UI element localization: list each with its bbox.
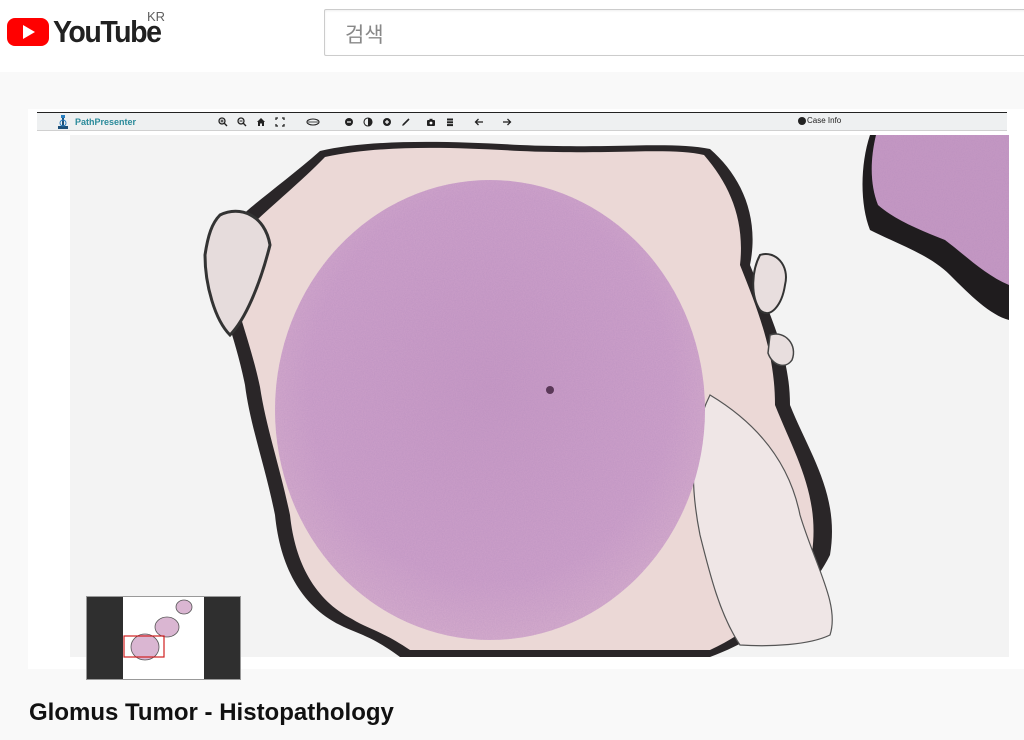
slide-tools [305, 115, 326, 129]
case-info-label: Case Info [807, 116, 842, 125]
next-button[interactable] [500, 115, 514, 129]
viewer-toolbar: PathPresenter Case Info [37, 112, 1007, 131]
slide-minimap[interactable] [86, 596, 241, 680]
youtube-logo[interactable]: YouTube [6, 14, 170, 50]
zoom-out-button[interactable] [235, 115, 249, 129]
minimap-image [87, 597, 240, 679]
tissue-slide-image [70, 135, 1009, 658]
zoom-in-icon [218, 117, 228, 127]
zoom-out-icon [237, 117, 247, 127]
layers-button[interactable] [443, 115, 457, 129]
capture-tools [424, 115, 462, 129]
navigation-tools [472, 115, 519, 129]
country-code: KR [147, 9, 166, 24]
masthead: YouTube KR 검색 [0, 0, 1024, 72]
arrow-left-icon [474, 118, 483, 126]
search-input[interactable]: 검색 [324, 9, 1024, 56]
slide-viewport[interactable] [70, 135, 1009, 680]
fullscreen-icon [275, 117, 285, 127]
minus-button[interactable] [342, 115, 356, 129]
fullscreen-button[interactable] [273, 115, 287, 129]
plus-circle-icon [383, 118, 391, 126]
youtube-play-icon [7, 18, 49, 46]
home-icon [257, 118, 265, 126]
info-icon [798, 116, 806, 125]
search-placeholder: 검색 [345, 23, 384, 47]
pen-button[interactable] [399, 115, 413, 129]
microscope-icon [58, 115, 68, 129]
camera-icon [427, 118, 435, 126]
slide-button[interactable] [305, 115, 321, 129]
previous-button[interactable] [472, 115, 486, 129]
plus-button[interactable] [380, 115, 394, 129]
zoom-in-button[interactable] [216, 115, 230, 129]
pen-icon [402, 118, 410, 126]
minus-circle-icon [345, 118, 353, 126]
video-player[interactable]: PathPresenter Case Info [28, 109, 1024, 680]
case-info-button[interactable]: Case Info [798, 116, 841, 125]
arrow-right-icon [503, 118, 512, 126]
contrast-icon [363, 117, 373, 127]
slide-icon [306, 118, 320, 126]
camera-button[interactable] [424, 115, 438, 129]
home-button[interactable] [254, 115, 268, 129]
adjust-tools [342, 115, 418, 129]
video-title: Glomus Tumor - Histopathology [29, 699, 394, 726]
layers-icon [447, 118, 453, 127]
zoom-tools [216, 115, 292, 129]
contrast-button[interactable] [361, 115, 375, 129]
viewer-brand: PathPresenter [75, 117, 137, 127]
youtube-wordmark: YouTube [53, 14, 162, 49]
